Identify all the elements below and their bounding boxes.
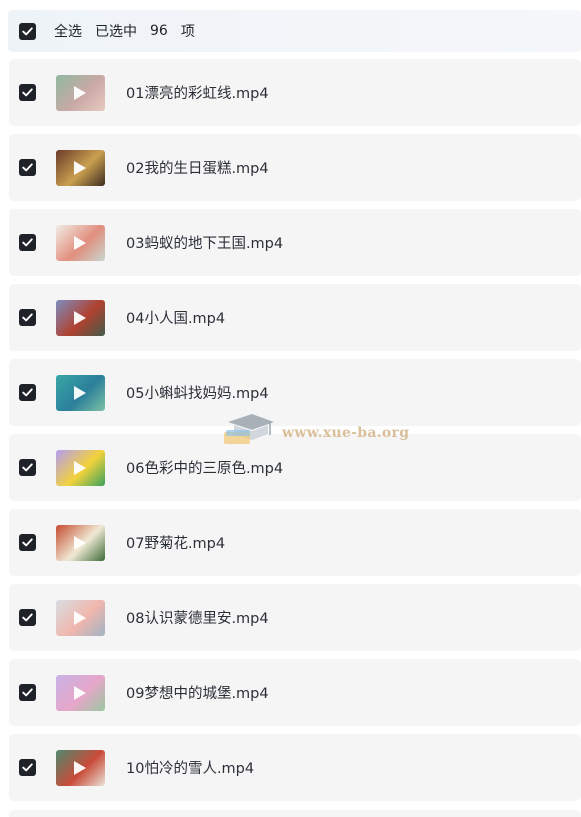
file-row[interactable]: 07野菊花.mp4 [9, 509, 581, 576]
file-name: 08认识蒙德里安.mp4 [126, 611, 269, 627]
video-thumbnail[interactable] [56, 524, 105, 561]
select-all-bar: 全选 已选中 96 项 [8, 10, 581, 52]
checkmark-icon [22, 313, 33, 322]
play-icon [74, 760, 86, 775]
file-row[interactable]: 01漂亮的彩虹线.mp4 [9, 59, 581, 126]
file-row[interactable]: 02我的生日蛋糕.mp4 [9, 134, 581, 201]
checkmark-icon [22, 538, 33, 547]
checkmark-icon [22, 463, 33, 472]
selected-prefix: 已选中 [95, 24, 137, 40]
video-thumbnail[interactable] [56, 299, 105, 336]
select-all-checkbox[interactable] [19, 22, 36, 40]
file-name: 03蚂蚁的地下王国.mp4 [126, 236, 284, 252]
file-name: 02我的生日蛋糕.mp4 [126, 161, 269, 177]
checkmark-icon [22, 763, 33, 772]
file-name: 04小人国.mp4 [126, 311, 226, 327]
play-icon [74, 160, 86, 175]
checkmark-icon [22, 26, 33, 35]
play-icon [74, 610, 86, 625]
file-name: 10怕冷的雪人.mp4 [126, 761, 255, 777]
file-name: 01漂亮的彩虹线.mp4 [126, 86, 269, 102]
file-row[interactable]: 04小人国.mp4 [9, 284, 581, 351]
play-icon [74, 310, 86, 325]
video-thumbnail[interactable] [56, 149, 105, 186]
file-name: 09梦想中的城堡.mp4 [126, 686, 269, 702]
file-row[interactable]: 06色彩中的三原色.mp4 [9, 434, 581, 501]
file-row[interactable]: 05小蝌蚪找妈妈.mp4 [9, 359, 581, 426]
video-thumbnail[interactable] [56, 374, 105, 411]
video-thumbnail[interactable] [56, 74, 105, 111]
file-checkbox[interactable] [19, 609, 36, 626]
file-checkbox[interactable] [19, 234, 36, 251]
video-thumbnail[interactable] [56, 749, 105, 786]
checkmark-icon [22, 613, 33, 622]
checkmark-icon [22, 88, 33, 97]
video-thumbnail[interactable] [56, 599, 105, 636]
file-selection-page: 全选 已选中 96 项 01漂亮的彩虹线.mp4 02我的生日蛋糕.mp4 03蚂蚁… [0, 0, 581, 817]
video-thumbnail[interactable] [56, 224, 105, 261]
file-name: 07野菊花.mp4 [126, 536, 226, 552]
play-icon [74, 685, 86, 700]
file-checkbox[interactable] [19, 84, 36, 101]
checkmark-icon [22, 238, 33, 247]
next-row-peek [9, 810, 581, 817]
video-thumbnail[interactable] [56, 449, 105, 486]
video-thumbnail[interactable] [56, 674, 105, 711]
file-row[interactable]: 08认识蒙德里安.mp4 [9, 584, 581, 651]
selection-summary: 全选 已选中 96 项 [54, 21, 208, 41]
selected-count: 96 [150, 23, 168, 39]
file-checkbox[interactable] [19, 759, 36, 776]
file-checkbox[interactable] [19, 384, 36, 401]
checkmark-icon [22, 688, 33, 697]
select-all-label[interactable]: 全选 [54, 21, 82, 41]
file-checkbox[interactable] [19, 309, 36, 326]
checkmark-icon [22, 388, 33, 397]
file-row[interactable]: 03蚂蚁的地下王国.mp4 [9, 209, 581, 276]
file-row[interactable]: 09梦想中的城堡.mp4 [9, 659, 581, 726]
play-icon [74, 460, 86, 475]
file-checkbox[interactable] [19, 534, 36, 551]
file-name: 05小蝌蚪找妈妈.mp4 [126, 386, 269, 402]
file-row[interactable]: 10怕冷的雪人.mp4 [9, 734, 581, 801]
play-icon [74, 235, 86, 250]
play-icon [74, 535, 86, 550]
play-icon [74, 385, 86, 400]
file-checkbox[interactable] [19, 684, 36, 701]
file-name: 06色彩中的三原色.mp4 [126, 461, 284, 477]
file-checkbox[interactable] [19, 159, 36, 176]
play-icon [74, 85, 86, 100]
selected-suffix: 项 [180, 24, 195, 40]
checkmark-icon [22, 163, 33, 172]
file-checkbox[interactable] [19, 459, 36, 476]
